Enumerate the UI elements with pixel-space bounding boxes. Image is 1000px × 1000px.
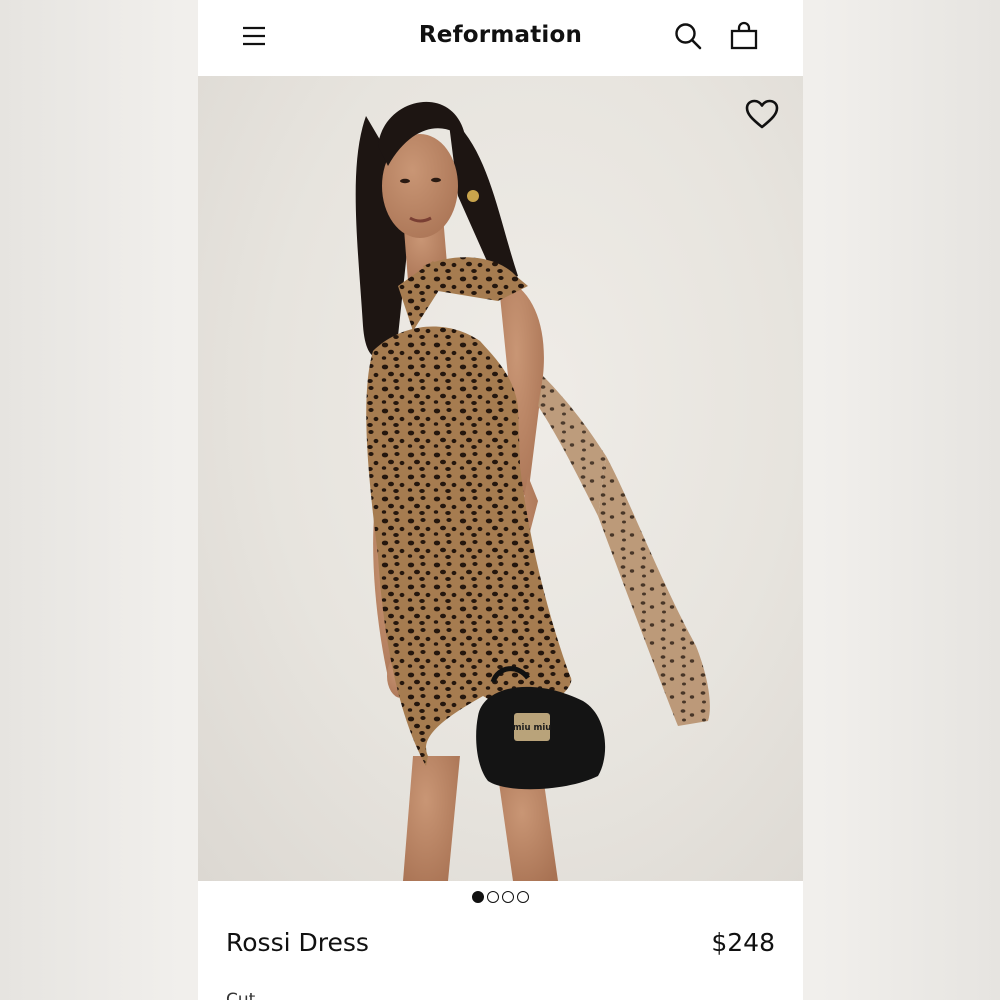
carousel-pagination <box>198 891 803 905</box>
heart-icon <box>745 99 779 129</box>
product-title-row: Rossi Dress $248 <box>226 928 775 957</box>
product-name: Rossi Dress <box>226 928 369 957</box>
product-photo: miu miu <box>355 101 710 881</box>
carousel-dot-4[interactable] <box>517 891 529 903</box>
top-navigation-bar: Reformation <box>198 0 803 76</box>
product-page: Reformation miu miu Rossi Dress $248 Cut… <box>198 0 803 1000</box>
product-detail-partial: Cut... <box>226 990 272 1000</box>
carousel-dot-1[interactable] <box>472 891 484 903</box>
shopping-bag-button[interactable] <box>726 18 762 54</box>
product-image-carousel[interactable]: miu miu <box>198 76 803 881</box>
search-button[interactable] <box>670 18 706 54</box>
shopping-bag-icon <box>730 21 758 50</box>
brand-logo[interactable]: Reformation <box>198 22 803 48</box>
product-price: $248 <box>711 928 775 957</box>
carousel-dot-3[interactable] <box>502 891 514 903</box>
favorite-button[interactable] <box>744 98 784 136</box>
search-icon <box>675 23 702 50</box>
carousel-dot-2[interactable] <box>487 891 499 903</box>
bag-logo-text: miu miu <box>513 723 552 733</box>
